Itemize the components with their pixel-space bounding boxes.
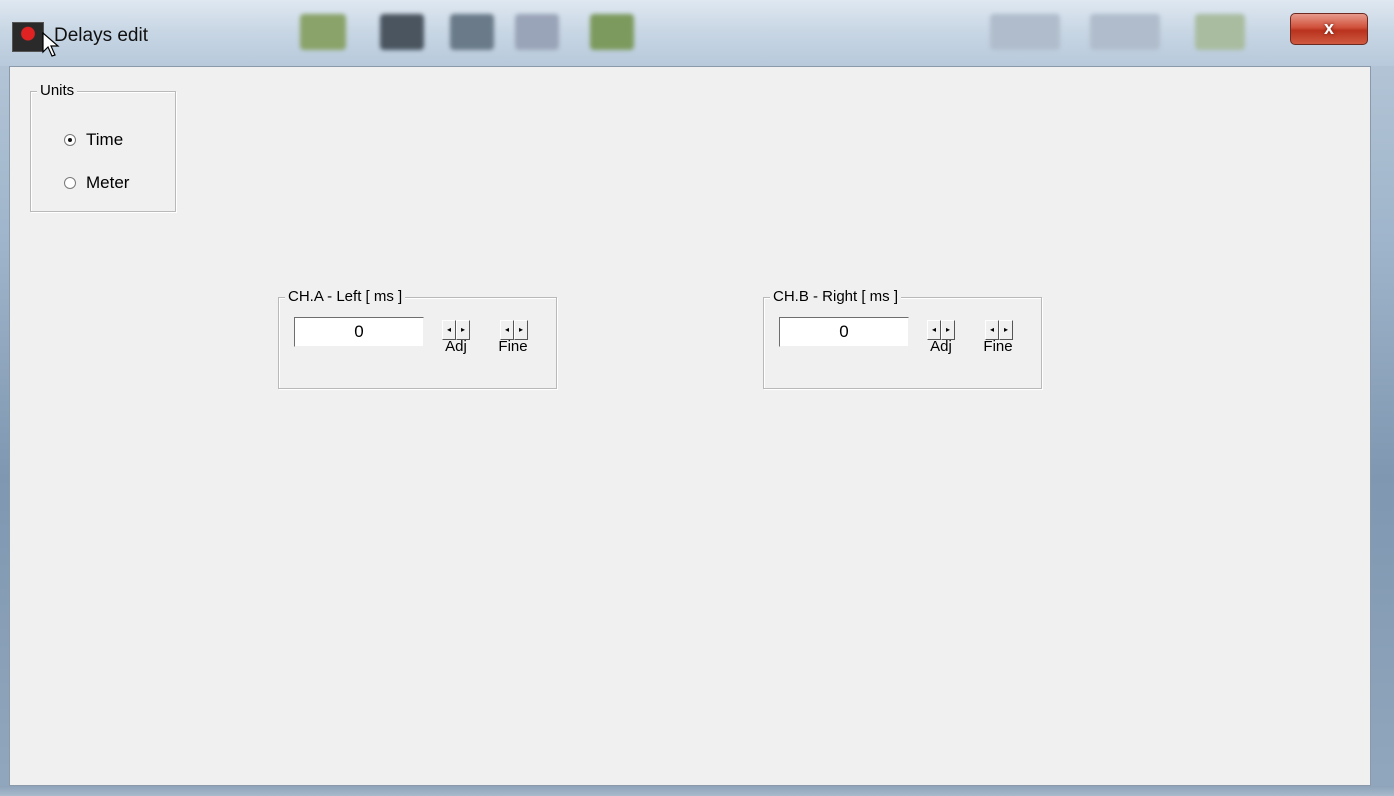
channel-a-fine-label: Fine — [498, 338, 528, 355]
channel-a-title: CH.A - Left [ ms ] — [285, 288, 406, 305]
channel-b-adj-spinner[interactable]: ◂ ▸ — [927, 320, 955, 340]
channel-a-adj-label: Adj — [445, 338, 467, 355]
background-toolbar-icon — [450, 14, 494, 50]
mouse-cursor-icon — [42, 32, 60, 57]
decrease-arrow-icon[interactable]: ◂ — [927, 320, 941, 340]
radio-checked-icon[interactable] — [64, 134, 76, 146]
background-toolbar-icon — [515, 14, 559, 50]
units-option-time[interactable]: Time — [64, 130, 123, 150]
background-toolbar-icon — [590, 14, 634, 50]
increase-arrow-icon[interactable]: ▸ — [514, 320, 528, 340]
channel-b-fine-label: Fine — [983, 338, 1013, 355]
decrease-arrow-icon[interactable]: ◂ — [500, 320, 514, 340]
channel-a-adj-spinner[interactable]: ◂ ▸ — [442, 320, 470, 340]
units-groupbox: Units Time Meter — [30, 82, 176, 212]
background-toolbar-icon — [300, 14, 346, 50]
background-toolbar-text — [990, 14, 1060, 50]
units-group-title: Units — [37, 82, 78, 99]
title-bar[interactable]: Delays edit x — [0, 0, 1394, 66]
window-title: Delays edit — [54, 25, 148, 46]
decrease-arrow-icon[interactable]: ◂ — [985, 320, 999, 340]
channel-b-fine-spinner[interactable]: ◂ ▸ — [985, 320, 1013, 340]
decrease-arrow-icon[interactable]: ◂ — [442, 320, 456, 340]
channel-b-groupbox: CH.B - Right [ ms ] 0 ◂ ▸ Adj ◂ ▸ Fine — [763, 288, 1042, 389]
increase-arrow-icon[interactable]: ▸ — [941, 320, 955, 340]
channel-b-adj-label: Adj — [930, 338, 952, 355]
channel-a-fine-spinner[interactable]: ◂ ▸ — [500, 320, 528, 340]
background-toolbar-text — [1090, 14, 1160, 50]
channel-a-delay-field[interactable]: 0 — [294, 317, 424, 347]
increase-arrow-icon[interactable]: ▸ — [456, 320, 470, 340]
window-frame: Delays edit x Units Time Meter CH.A - Le… — [0, 0, 1394, 796]
speaker-app-icon — [12, 22, 44, 52]
increase-arrow-icon[interactable]: ▸ — [999, 320, 1013, 340]
background-toolbar-icon — [380, 14, 424, 50]
channel-b-delay-field[interactable]: 0 — [779, 317, 909, 347]
close-button[interactable]: x — [1290, 13, 1368, 45]
units-option-label: Time — [86, 130, 124, 149]
channel-a-groupbox: CH.A - Left [ ms ] 0 ◂ ▸ Adj ◂ ▸ Fine — [278, 288, 557, 389]
close-icon: x — [1323, 18, 1334, 38]
window-bottom-border[interactable] — [0, 786, 1394, 796]
units-option-meter[interactable]: Meter — [64, 173, 129, 193]
radio-unchecked-icon[interactable] — [64, 177, 76, 189]
dialog-client-area: Units Time Meter CH.A - Left [ ms ] 0 ◂ … — [9, 66, 1371, 786]
background-toolbar-text — [1195, 14, 1245, 50]
channel-b-title: CH.B - Right [ ms ] — [770, 288, 902, 305]
units-option-label: Meter — [86, 173, 130, 192]
